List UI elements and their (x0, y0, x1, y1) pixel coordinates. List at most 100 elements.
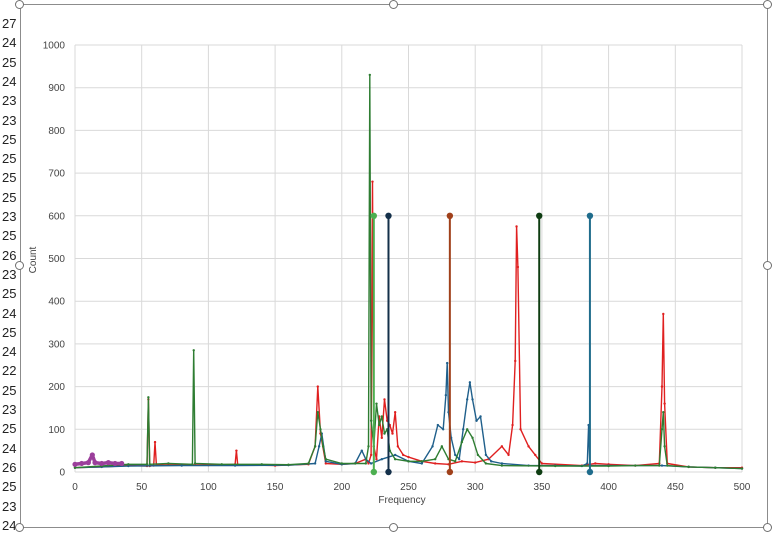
data-point (307, 462, 310, 465)
x-tick-label: 500 (734, 482, 751, 493)
data-point (112, 460, 118, 467)
data-point (662, 411, 665, 414)
data-point (287, 463, 290, 466)
row-label: 23 (2, 266, 17, 282)
chart-area[interactable]: 0 50 100 150 200 250 300 350 400 450 500 0 100 200 30… (20, 4, 768, 528)
data-point (445, 361, 449, 365)
marker-top-point (385, 212, 392, 219)
y-tick-label: 300 (48, 339, 65, 350)
data-point (145, 463, 149, 466)
row-label: 25 (2, 189, 17, 205)
data-point (369, 419, 373, 422)
data-point (364, 462, 368, 465)
data-point (321, 445, 325, 448)
data-point (436, 423, 440, 427)
data-point (660, 385, 664, 388)
resize-handle-top-middle[interactable] (389, 0, 398, 9)
resize-handle-bottom-right[interactable] (763, 523, 772, 532)
y-tick-label: 200 (48, 382, 65, 393)
data-point (369, 462, 373, 465)
data-point (72, 461, 78, 467)
data-point (634, 464, 637, 467)
row-label: 23 (2, 93, 17, 109)
data-point (353, 462, 357, 465)
resize-handle-top-right[interactable] (763, 0, 772, 9)
data-point (191, 463, 194, 466)
row-label: 25 (2, 54, 17, 70)
series-lines (72, 73, 744, 470)
data-point (471, 398, 474, 401)
data-point (453, 453, 457, 457)
y-tick-labels: 0 100 200 300 400 500 600 700 800 900 1000 (43, 41, 66, 479)
data-point (663, 402, 666, 405)
data-point (193, 462, 197, 465)
data-point (360, 449, 364, 452)
row-label: 25 (2, 324, 17, 340)
y-axis-title: Count (28, 246, 39, 273)
resize-handle-middle-right[interactable] (763, 261, 772, 270)
data-point (507, 453, 510, 457)
resize-handle-bottom-middle[interactable] (389, 523, 398, 532)
data-point (393, 453, 397, 457)
row-label: 25 (2, 170, 17, 186)
data-point (660, 464, 664, 467)
data-point (393, 457, 397, 461)
y-tick-label: 0 (59, 468, 65, 479)
row-label: 25 (2, 382, 17, 398)
y-tick-label: 800 (48, 126, 65, 137)
data-point (147, 396, 150, 399)
row-label: 25 (2, 151, 17, 167)
row-label: 23 (2, 402, 17, 417)
data-point (658, 464, 661, 467)
row-label: 23 (2, 498, 17, 514)
data-point (484, 462, 488, 465)
data-point (371, 180, 374, 183)
data-point (474, 461, 477, 464)
data-point (375, 402, 378, 405)
resize-handle-bottom-left[interactable] (15, 523, 24, 532)
data-point (180, 464, 183, 467)
marker-base-point (385, 468, 392, 476)
data-point (319, 428, 322, 431)
data-point (383, 432, 386, 435)
data-point (153, 440, 157, 444)
resize-handle-top-left[interactable] (15, 0, 24, 9)
data-point (368, 73, 372, 77)
data-point (460, 460, 464, 463)
x-tick-label: 350 (534, 482, 551, 493)
data-point (534, 453, 537, 457)
data-point (540, 462, 544, 465)
data-point (468, 381, 472, 384)
data-point (490, 460, 493, 463)
data-point (465, 428, 469, 431)
marker-top-point (586, 212, 594, 219)
data-point (607, 464, 610, 468)
data-point (453, 460, 457, 463)
data-point (461, 428, 465, 431)
data-point (313, 445, 317, 448)
row-label: 25 (2, 479, 17, 495)
row-label: 26 (2, 247, 17, 263)
data-point (192, 349, 195, 352)
data-point (500, 445, 504, 448)
data-point (457, 457, 461, 461)
x-tick-label: 0 (72, 482, 78, 493)
data-point (393, 411, 397, 414)
data-point (586, 462, 589, 465)
data-point (260, 463, 263, 466)
row-label: 23 (2, 209, 17, 224)
row-label: 25 (2, 228, 17, 244)
x-tick-label: 50 (136, 482, 148, 493)
data-point (479, 415, 482, 418)
data-point (527, 445, 530, 448)
marker-base-point (446, 468, 454, 476)
data-point (666, 464, 669, 467)
row-label: 25 (2, 131, 17, 147)
data-point (441, 428, 445, 431)
data-point (396, 445, 400, 448)
data-point (324, 457, 327, 461)
data-point (377, 423, 381, 427)
data-point (324, 460, 327, 463)
resize-handle-middle-left[interactable] (15, 261, 24, 270)
data-point (660, 428, 664, 431)
